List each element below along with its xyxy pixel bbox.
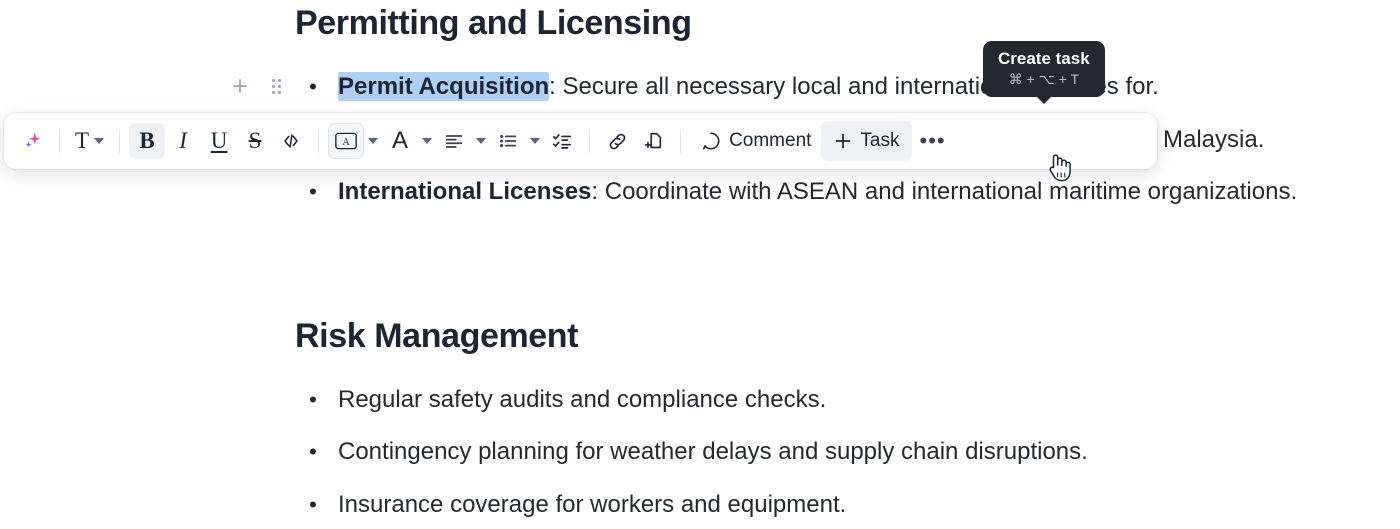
tooltip-shortcut: ⌘ + ⌥ + T	[1008, 71, 1079, 87]
bullet-glyph: •	[309, 74, 317, 99]
chevron-down-icon	[530, 138, 541, 144]
list-item[interactable]: • Insurance coverage for workers and equ…	[0, 483, 1400, 527]
text-color-label: A	[392, 127, 409, 154]
plus-icon	[836, 133, 851, 149]
page-heading-permitting: Permitting and Licensing	[295, 4, 692, 42]
list-item-text[interactable]: Regular safety audits and compliance che…	[338, 385, 1400, 415]
link-icon	[609, 133, 625, 149]
strikethrough-button[interactable]: S	[237, 123, 273, 159]
link-button[interactable]	[599, 123, 635, 159]
ai-sparkle-icon	[25, 132, 41, 148]
align-left-icon	[445, 135, 463, 148]
task-button[interactable]: Task	[821, 121, 912, 161]
list-item[interactable]: • International Licenses: Coordinate wit…	[0, 170, 1400, 214]
more-options-label: •••	[919, 128, 946, 153]
italic-label: I	[179, 128, 187, 153]
text-style-button[interactable]: T	[69, 123, 110, 159]
align-button[interactable]	[436, 123, 472, 159]
list-item[interactable]: • Permit Acquisition: Secure all necessa…	[0, 65, 1400, 109]
italic-button[interactable]: I	[165, 123, 201, 159]
chevron-down-icon	[476, 138, 487, 144]
list-dropdown-button[interactable]	[526, 123, 544, 159]
attach-page-icon	[644, 132, 662, 149]
create-task-tooltip: Create task ⌘ + ⌥ + T	[983, 41, 1105, 104]
bullet-glyph: •	[309, 179, 317, 204]
chevron-down-icon	[422, 138, 433, 144]
tooltip-title: Create task	[998, 49, 1090, 68]
comment-button[interactable]: Comment	[690, 123, 821, 159]
more-options-button[interactable]: •••	[912, 123, 954, 159]
list-item-text[interactable]: Permit Acquisition: Secure all necessary…	[338, 72, 1400, 102]
bullet-list-button[interactable]	[490, 123, 526, 159]
task-label: Task	[860, 130, 900, 151]
comment-icon	[702, 132, 720, 150]
list-item-text[interactable]: International Licenses: Coordinate with …	[338, 177, 1400, 207]
toolbar-divider	[318, 129, 320, 153]
comment-label: Comment	[729, 130, 812, 151]
align-dropdown-button[interactable]	[472, 123, 490, 159]
underline-button[interactable]: U	[201, 123, 237, 159]
highlight-button[interactable]: A	[328, 123, 365, 159]
list-item-text[interactable]: Malaysia.	[1163, 125, 1400, 155]
toolbar-divider	[119, 129, 121, 153]
list-item-rest: : Coordinate with ASEAN and internationa…	[591, 178, 1298, 205]
chevron-down-icon	[94, 138, 105, 144]
list-item[interactable]: • Regular safety audits and compliance c…	[0, 378, 1400, 422]
highlight-group[interactable]: A	[328, 123, 382, 159]
highlight-dropdown-button[interactable]	[364, 123, 382, 159]
text-color-dropdown-button[interactable]	[418, 123, 436, 159]
toolbar-divider	[59, 129, 60, 153]
text-style-label: T	[75, 128, 90, 153]
bullet-glyph: •	[309, 439, 317, 464]
underline-label: U	[210, 128, 228, 153]
document-canvas: Permitting and Licensing • Permit Acquis…	[0, 0, 1400, 529]
text-color-group[interactable]: A	[382, 123, 436, 159]
list-item-bold: International Licenses	[338, 178, 592, 205]
checklist-icon	[552, 134, 572, 149]
bold-label: B	[139, 128, 155, 153]
selected-text[interactable]: Permit Acquisition	[338, 72, 550, 101]
checklist-button[interactable]	[544, 123, 580, 159]
svg-text:A: A	[342, 137, 350, 148]
alignment-group[interactable]	[436, 123, 490, 159]
page-heading-risk-management: Risk Management	[295, 317, 579, 355]
bullet-list-icon	[500, 134, 517, 148]
toolbar-divider	[680, 129, 682, 153]
text-style-group[interactable]: T	[69, 123, 110, 159]
strikethrough-label: S	[248, 128, 262, 153]
bold-button[interactable]: B	[129, 123, 166, 159]
ai-sparkle-button[interactable]	[14, 123, 50, 159]
text-color-button[interactable]: A	[382, 123, 418, 159]
code-button[interactable]	[273, 123, 309, 159]
bullet-glyph: •	[309, 387, 317, 412]
formatting-toolbar[interactable]: T B I U S A A Comment Task •••	[4, 113, 1157, 169]
bullet-glyph: •	[309, 492, 317, 517]
attach-page-button[interactable]	[635, 123, 671, 159]
code-icon	[284, 134, 298, 148]
toolbar-divider	[589, 129, 591, 153]
list-item-text[interactable]: Insurance coverage for workers and equip…	[338, 490, 1400, 520]
chevron-down-icon	[368, 138, 379, 144]
list-item[interactable]: • Contingency planning for weather delay…	[0, 430, 1400, 474]
tooltip-arrow	[1035, 96, 1052, 104]
list-group[interactable]	[490, 123, 544, 159]
highlight-icon: A	[335, 132, 357, 150]
list-item-text[interactable]: Contingency planning for weather delays …	[338, 437, 1400, 467]
